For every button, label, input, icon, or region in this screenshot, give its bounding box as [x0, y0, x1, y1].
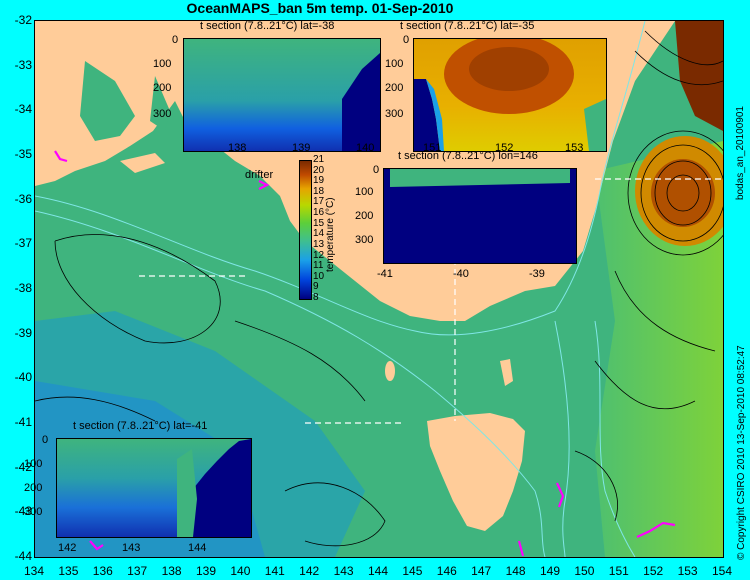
y-tick: 0: [42, 434, 49, 446]
x-tick: 139: [292, 142, 311, 154]
x-tick-label: 144: [367, 564, 389, 578]
x-tick-label: 138: [161, 564, 182, 578]
y-tick: 300: [153, 108, 172, 120]
y-tick: 0: [172, 34, 179, 46]
inset-plot: [383, 168, 577, 264]
x-tick-label: 148: [505, 564, 526, 578]
y-tick: 0: [403, 34, 410, 46]
inset-title: t section (7.8..21°C) lat=-41: [73, 420, 208, 432]
colorbar-tick-label: 9: [313, 281, 319, 293]
y-tick-label: -38: [14, 281, 32, 295]
inset-plot: [56, 438, 252, 538]
copyright-text: © Copyright CSIRO 2010 13-Sep-2010 08:52…: [736, 345, 747, 560]
colorbar-tick-label: 16: [313, 207, 325, 219]
inset-deep-water: [342, 53, 380, 151]
colorbar-tick-label: 18: [313, 185, 325, 197]
colorbar-tick-label: 20: [313, 164, 325, 176]
colorbar-tick-label: 17: [313, 196, 325, 208]
x-tick-label: 139: [195, 564, 217, 578]
colorbar-label: temperature (°C): [325, 197, 336, 272]
inset-title: t section (7.8..21°C) lat=-38: [200, 20, 335, 32]
x-tick-label: 142: [299, 564, 320, 578]
x-tick-label: 150: [574, 564, 595, 578]
colorbar-tick-label: 10: [313, 270, 325, 282]
y-tick: 300: [385, 108, 404, 120]
colorbar-tick-label: 19: [313, 175, 325, 187]
x-tick: 138: [228, 142, 247, 154]
x-tick-label: 137: [127, 564, 148, 578]
colorbar-tick-label: 13: [313, 238, 325, 250]
colorbar-tick-label: 12: [313, 249, 325, 261]
colorbar-tick-label: 15: [313, 217, 325, 229]
inset-profile: [177, 439, 251, 537]
king-island: [385, 361, 395, 381]
inset-section-lat-41: t section (7.8..21°C) lat=-41 0 100 200 …: [20, 420, 260, 560]
x-tick: -39: [529, 268, 545, 280]
run-id-text: bodas_an_20100901: [735, 106, 746, 200]
x-tick-label: 134: [23, 564, 45, 578]
inset-section-lon-146: t section (7.8..21°C) lon=146 0 100 200 …: [355, 150, 590, 285]
y-tick-label: -40: [14, 370, 32, 385]
x-tick: -41: [377, 268, 393, 280]
y-tick: 100: [355, 186, 374, 198]
x-tick-label: 149: [539, 564, 561, 578]
x-tick-label: 136: [92, 564, 113, 578]
y-tick-label: -44: [14, 549, 32, 563]
x-tick-label: 146: [436, 564, 457, 578]
inset-plot: [183, 38, 381, 152]
colorbar-tick-label: 14: [313, 228, 325, 240]
y-tick-label: -36: [14, 191, 32, 206]
x-tick-label: 147: [471, 564, 492, 578]
y-tick-label: -41: [14, 415, 32, 429]
inset-section-lat-35: t section (7.8..21°C) lat=-35 0 100 200 …: [385, 20, 615, 155]
map-title: OceanMAPS_ban 5m temp. 01-Sep-2010: [186, 0, 454, 16]
x-tick-label: 145: [402, 564, 423, 578]
x-tick-label: 135: [58, 564, 79, 578]
colorbar-tick-label: 11: [313, 260, 324, 272]
y-tick-label: -42: [14, 459, 32, 474]
y-tick-label: -33: [14, 57, 32, 72]
y-tick-label: -35: [14, 147, 32, 161]
x-tick-label: 141: [264, 564, 285, 578]
inset-section-lat-38: t section (7.8..21°C) lat=-38 0 100 200 …: [150, 20, 381, 155]
y-tick-label: -34: [14, 102, 32, 117]
x-tick: 143: [122, 542, 141, 554]
y-tick-label: -37: [14, 236, 32, 251]
colorbar-tick-label: 21: [313, 154, 325, 165]
x-tick: -40: [453, 268, 469, 280]
y-tick-label: -43: [14, 504, 32, 519]
y-tick: 200: [24, 482, 43, 494]
x-tick: 144: [188, 542, 207, 554]
drifter-label: drifter: [245, 169, 274, 181]
x-tick: 142: [58, 542, 77, 554]
y-tick: 300: [355, 234, 374, 246]
colorbar-tick-label: 8: [313, 292, 319, 303]
x-tick-label: 153: [677, 564, 698, 578]
y-tick: 0: [373, 164, 380, 176]
inset-title: t section (7.8..21°C) lon=146: [398, 150, 538, 162]
x-tick-label: 140: [230, 564, 251, 578]
x-tick-label: 151: [608, 564, 629, 578]
y-tick-label: -39: [14, 325, 32, 340]
y-tick: 200: [385, 82, 404, 94]
inset-profile: [390, 169, 570, 187]
inset-profile: [414, 39, 606, 151]
inset-title: t section (7.8..21°C) lat=-35: [400, 20, 535, 32]
y-tick: 200: [355, 210, 374, 222]
y-tick: 100: [385, 58, 404, 70]
x-tick-label: 143: [333, 564, 354, 578]
x-tick-label: 154: [711, 564, 733, 578]
inset-plot: [413, 38, 607, 152]
y-tick: 200: [153, 82, 172, 94]
colorbar: [299, 160, 312, 300]
y-tick-label: -32: [14, 13, 32, 27]
x-tick-label: 152: [643, 564, 664, 578]
y-tick: 100: [153, 58, 172, 70]
